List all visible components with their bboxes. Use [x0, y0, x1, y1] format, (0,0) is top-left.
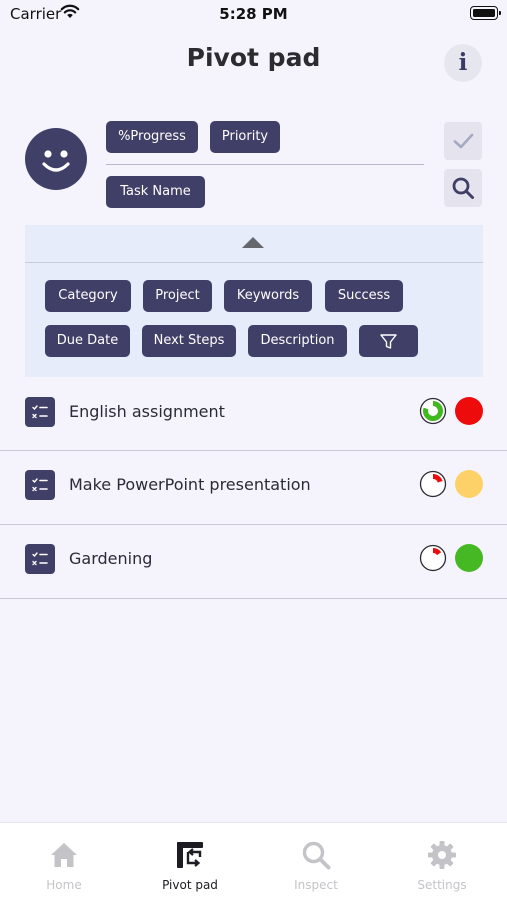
search-icon — [452, 177, 474, 199]
chip-description[interactable]: Description — [248, 325, 347, 357]
filter-icon — [380, 334, 397, 349]
check-icon — [453, 133, 474, 149]
checklist-icon — [25, 397, 55, 427]
tab-label: Inspect — [294, 878, 338, 892]
task-name: Gardening — [69, 549, 153, 568]
chip-progress[interactable]: %Progress — [106, 121, 198, 153]
tab-inspect[interactable]: Inspect — [253, 823, 379, 900]
task-row[interactable]: English assignment — [0, 377, 507, 451]
home-icon — [51, 843, 77, 867]
progress-ring-icon — [419, 397, 447, 425]
progress-ring-icon — [419, 470, 447, 498]
status-bar: Carrier 5:28 PM — [0, 0, 507, 28]
checklist-icon — [25, 544, 55, 574]
chip-category[interactable]: Category — [45, 280, 131, 312]
chip-project[interactable]: Project — [143, 280, 212, 312]
priority-dot — [455, 470, 483, 498]
battery-icon — [470, 6, 501, 20]
search-icon — [302, 841, 331, 870]
priority-dot — [455, 397, 483, 425]
tab-home[interactable]: Home — [1, 823, 127, 900]
task-row[interactable]: Make PowerPoint presentation — [0, 451, 507, 525]
chip-priority[interactable]: Priority — [210, 121, 280, 153]
chip-task-name[interactable]: Task Name — [106, 176, 205, 208]
chip-next-steps[interactable]: Next Steps — [142, 325, 236, 357]
tab-label: Pivot pad — [162, 878, 218, 892]
clock: 5:28 PM — [219, 5, 288, 23]
gear-icon — [428, 841, 456, 869]
pivot-divider — [106, 164, 424, 165]
priority-dot — [455, 544, 483, 572]
checklist-icon — [25, 470, 55, 500]
tab-label: Home — [46, 878, 82, 892]
filter-button[interactable] — [359, 325, 418, 357]
tab-label: Settings — [417, 878, 467, 892]
tab-bar: Home Pivot pad Inspect Settings — [0, 822, 507, 900]
confirm-button[interactable] — [444, 122, 482, 160]
progress-ring-icon — [419, 544, 447, 572]
filter-panel: Category Project Keywords Success Due Da… — [25, 225, 483, 377]
info-button[interactable]: i — [444, 44, 482, 82]
chip-success[interactable]: Success — [325, 280, 403, 312]
task-row[interactable]: Gardening — [0, 525, 507, 599]
chip-keywords[interactable]: Keywords — [224, 280, 312, 312]
page-title: Pivot pad — [186, 43, 321, 72]
chip-due-date[interactable]: Due Date — [45, 325, 130, 357]
task-name: English assignment — [69, 402, 225, 421]
tab-pivot-pad[interactable]: Pivot pad — [127, 823, 253, 900]
tab-settings[interactable]: Settings — [379, 823, 505, 900]
avatar-smiley-icon[interactable] — [25, 128, 87, 190]
pivot-icon — [177, 842, 203, 868]
collapse-toggle[interactable] — [25, 225, 483, 263]
task-name: Make PowerPoint presentation — [69, 475, 311, 494]
chevron-up-icon — [242, 237, 264, 248]
search-button[interactable] — [444, 169, 482, 207]
